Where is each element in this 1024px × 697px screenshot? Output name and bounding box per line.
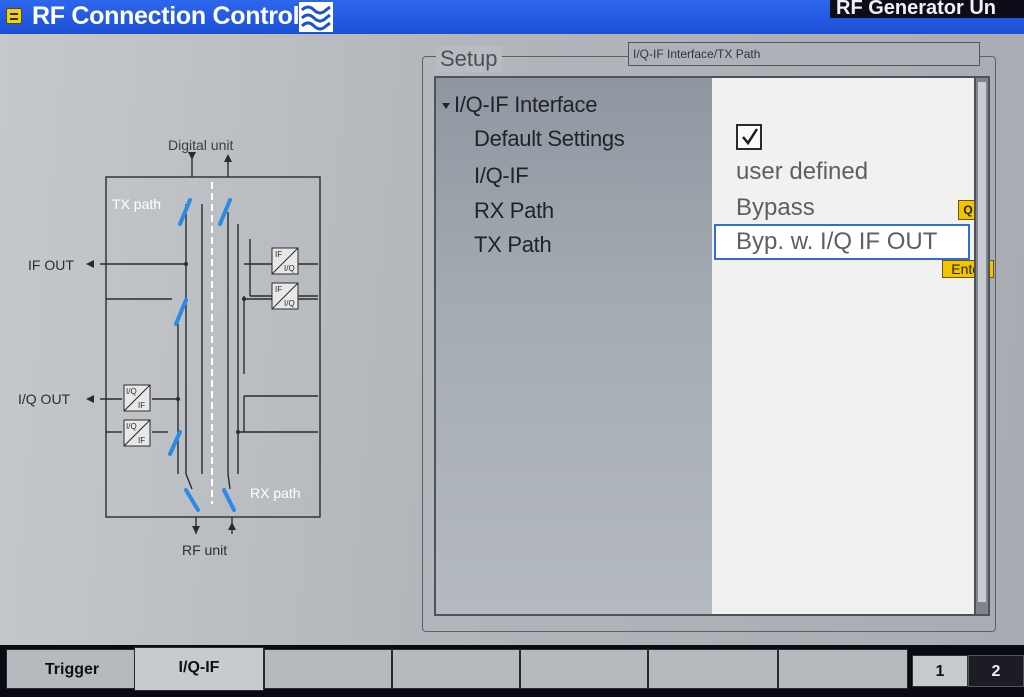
svg-text:I/Q: I/Q [284,264,295,273]
rf-generator-tab[interactable]: RF Generator Un [830,0,1024,18]
converter-if-iq-2: IF I/Q [271,282,299,310]
iq-if-value[interactable]: user defined [736,158,868,186]
converter-iq-if-2: I/Q IF [123,419,151,447]
collapse-arrow-icon[interactable] [442,103,450,110]
svg-text:IF: IF [275,285,282,294]
rf-unit-label: RF unit [182,542,227,558]
scrollbar-thumb[interactable] [978,82,986,602]
iq-out-label: I/Q OUT [18,391,71,407]
tree-item-tx-path[interactable]: TX Path [474,232,552,258]
tree-item-iq-if[interactable]: I/Q-IF [474,163,529,189]
switch-if [174,298,188,326]
page-1-button[interactable]: 1 [912,655,968,687]
svg-text:I/Q: I/Q [126,422,137,431]
svg-text:I/Q: I/Q [284,299,295,308]
tab-trigger[interactable]: Trigger [6,649,138,689]
setup-label: Setup [436,46,502,72]
bottom-tab-bar: Trigger I/Q-IF 1 2 [0,645,1024,697]
tab-empty-2[interactable] [392,649,520,689]
main-content: IF I/Q IF I/Q I/Q IF I/Q IF Digital unit… [0,34,1024,645]
setup-value-panel [712,76,974,616]
tx-path-label: TX path [112,196,161,212]
default-settings-checkbox[interactable] [736,124,762,150]
tree-item-default-settings[interactable]: Default Settings [474,126,625,152]
digital-unit-label: Digital unit [168,137,233,153]
switch-rf-2 [222,488,236,512]
rx-path-value[interactable]: Bypass [736,194,815,222]
checkmark-icon [742,128,759,146]
rs-wave-logo-icon [299,2,333,32]
switch-rf-1 [184,488,200,512]
tree-item-rx-path[interactable]: RX Path [474,198,554,224]
tab-empty-3[interactable] [520,649,648,689]
page-2-button[interactable]: 2 [968,655,1024,687]
converter-iq-if-1: I/Q IF [123,384,151,412]
if-out-label: IF OUT [28,257,74,273]
tab-empty-4[interactable] [648,649,778,689]
svg-text:I/Q: I/Q [126,387,137,396]
tab-iq-if[interactable]: I/Q-IF [134,647,264,691]
connection-diagram: IF I/Q IF I/Q I/Q IF I/Q IF Digital unit… [18,137,321,558]
svg-text:IF: IF [275,250,282,259]
tree-item-iq-if-interface[interactable]: I/Q-IF Interface [442,92,597,118]
tab-empty-5[interactable] [778,649,908,689]
svg-text:IF: IF [138,436,145,445]
converter-if-iq-1: IF I/Q [271,247,299,275]
switch-tx-1 [178,198,192,226]
tx-path-value[interactable]: Byp. w. I/Q IF OUT [714,224,970,260]
vertical-scrollbar[interactable] [974,76,990,616]
setup-path-field: I/Q-IF Interface/TX Path [628,42,980,66]
window-menu-icon[interactable] [6,8,22,24]
tab-empty-1[interactable] [264,649,392,689]
title-bar: RF Connection Control RF Generator Un [0,0,1024,34]
setup-tree-panel [434,76,712,616]
rx-path-label: RX path [250,485,301,501]
svg-text:IF: IF [138,401,145,410]
window-title: RF Connection Control [32,2,300,30]
